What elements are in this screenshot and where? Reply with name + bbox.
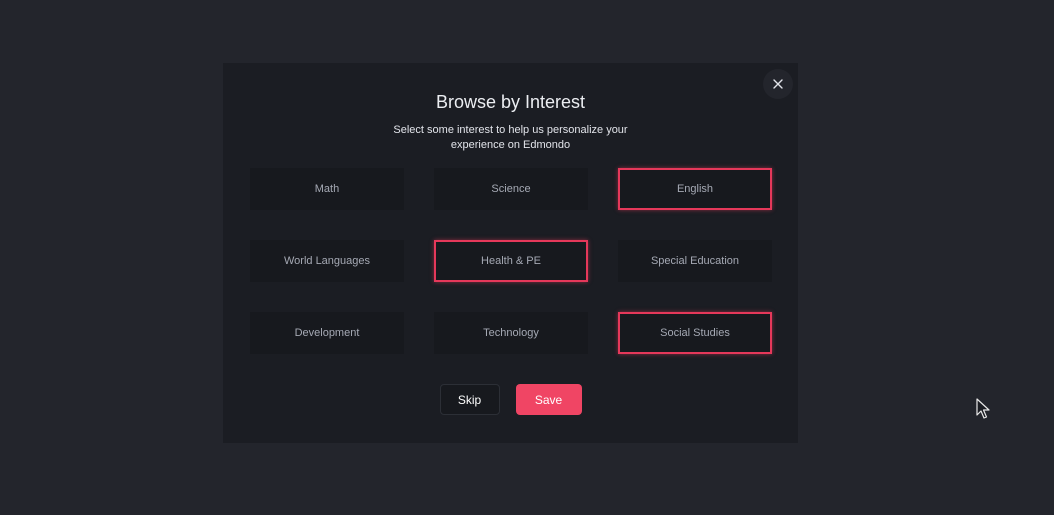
interest-grid: Math Science English World Languages Hea… xyxy=(250,168,772,354)
interest-label: World Languages xyxy=(283,255,371,267)
page-backdrop: Browse by Interest Select some interest … xyxy=(0,0,1054,515)
interest-label: Health & PE xyxy=(481,255,541,267)
interest-tile-technology[interactable]: Technology xyxy=(434,312,588,354)
interest-label: Technology xyxy=(483,327,539,339)
mouse-pointer-icon xyxy=(976,398,990,419)
skip-button[interactable]: Skip xyxy=(439,384,500,415)
interest-tile-special-education[interactable]: Special Education xyxy=(618,240,772,282)
close-icon xyxy=(773,79,783,89)
interest-label: Science xyxy=(491,183,531,195)
interest-label: Development xyxy=(294,327,360,339)
interest-tile-social-studies[interactable]: Social Studies xyxy=(618,312,772,354)
modal-subtitle: Select some interest to help us personal… xyxy=(393,124,628,151)
interest-label: Math xyxy=(314,183,340,195)
interest-tile-science[interactable]: Science xyxy=(434,168,588,210)
interest-tile-health-pe[interactable]: Health & PE xyxy=(434,240,588,282)
interest-label: Special Education xyxy=(650,255,740,267)
interest-tile-development[interactable]: Development xyxy=(250,312,404,354)
interest-tile-english[interactable]: English xyxy=(618,168,772,210)
browse-interest-modal: Browse by Interest Select some interest … xyxy=(223,63,798,443)
modal-actions: Skip Save xyxy=(223,384,798,415)
modal-title: Browse by Interest xyxy=(435,92,586,112)
interest-label: Social Studies xyxy=(660,327,730,339)
interest-tile-math[interactable]: Math xyxy=(250,168,404,210)
interest-tile-world-languages[interactable]: World Languages xyxy=(250,240,404,282)
interest-label: English xyxy=(676,183,714,195)
save-button[interactable]: Save xyxy=(515,384,582,415)
